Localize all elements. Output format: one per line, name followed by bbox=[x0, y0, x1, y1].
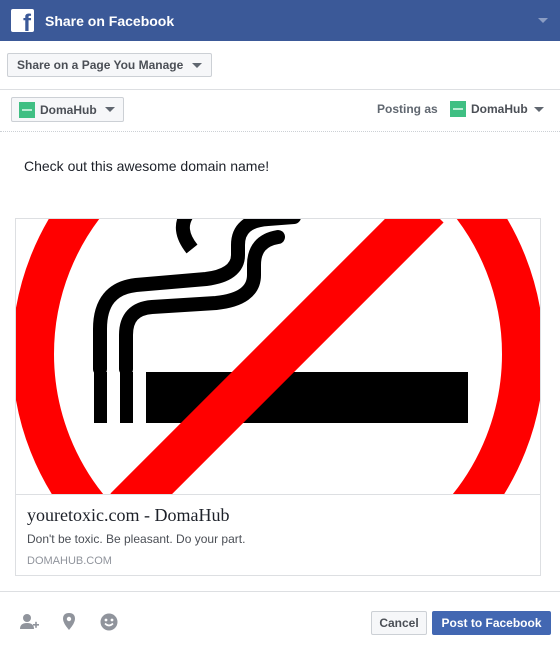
page-avatar-icon bbox=[450, 101, 466, 117]
chevron-down-icon bbox=[192, 63, 203, 68]
link-preview-image bbox=[16, 219, 540, 495]
dialog-title-bar: f Share on Facebook bbox=[0, 0, 560, 41]
facebook-logo-icon: f bbox=[11, 9, 34, 32]
chevron-down-icon bbox=[533, 107, 544, 112]
link-preview-card[interactable]: youretoxic.com - DomaHub Don't be toxic.… bbox=[15, 218, 541, 576]
page-dropdown[interactable]: DomaHub bbox=[11, 97, 124, 122]
location-pin-icon[interactable] bbox=[59, 612, 79, 632]
share-target-dropdown[interactable]: Share on a Page You Manage bbox=[7, 53, 213, 77]
post-to-facebook-button[interactable]: Post to Facebook bbox=[432, 611, 551, 635]
chevron-down-icon bbox=[104, 107, 115, 112]
link-preview-title[interactable]: youretoxic.com - DomaHub bbox=[27, 505, 229, 526]
share-target-label: Share on a Page You Manage bbox=[17, 58, 184, 72]
share-target-row: Share on a Page You Manage bbox=[0, 41, 560, 90]
no-smoking-sign-icon bbox=[16, 219, 540, 494]
dialog-footer: Cancel Post to Facebook bbox=[0, 591, 560, 654]
posting-as-dropdown[interactable]: DomaHub bbox=[450, 101, 544, 117]
feeling-smiley-icon[interactable] bbox=[99, 612, 119, 632]
posting-as-label: Posting as bbox=[377, 102, 438, 116]
link-preview-domain: DOMAHUB.COM bbox=[27, 555, 112, 567]
cancel-button[interactable]: Cancel bbox=[371, 611, 427, 635]
tag-friends-icon[interactable] bbox=[19, 612, 39, 632]
posting-as-page-label: DomaHub bbox=[471, 102, 528, 116]
page-selector-row: DomaHub Posting as DomaHub bbox=[0, 89, 560, 132]
page-dropdown-label: DomaHub bbox=[40, 102, 97, 117]
dialog-title: Share on Facebook bbox=[45, 12, 175, 29]
dialog-menu-chevron-icon[interactable] bbox=[538, 18, 548, 23]
post-message-text[interactable]: Check out this awesome domain name! bbox=[24, 158, 269, 174]
link-preview-description: Don't be toxic. Be pleasant. Do your par… bbox=[27, 532, 246, 546]
page-avatar-icon bbox=[19, 101, 35, 118]
